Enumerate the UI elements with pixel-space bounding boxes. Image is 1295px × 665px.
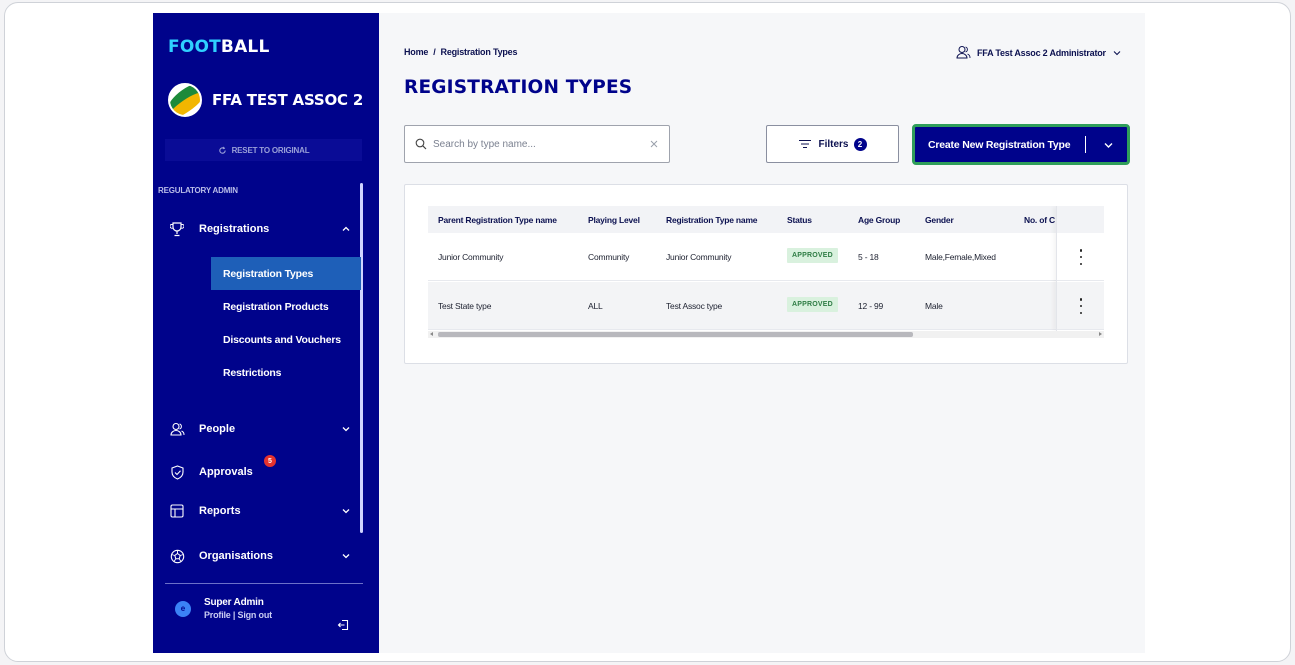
org-name: FFA TEST ASSOC 2 [212, 91, 364, 109]
table-horizontal-scrollbar[interactable] [428, 331, 1104, 338]
nav-organisations-label: Organisations [199, 550, 273, 562]
nav-people[interactable]: People [169, 421, 351, 437]
column-header[interactable]: Status [787, 215, 812, 225]
filters-button[interactable]: Filters 2 [766, 125, 899, 163]
sidebar-item-restrictions[interactable]: Restrictions [211, 356, 361, 389]
create-button-label: Create New Registration Type [928, 138, 1071, 151]
page-title: REGISTRATION TYPES [404, 77, 633, 98]
nav-registrations-label: Registrations [199, 223, 270, 235]
sidebar-item-discounts-vouchers[interactable]: Discounts and Vouchers [211, 323, 361, 356]
brand-part-2: BALL [220, 37, 270, 57]
column-header[interactable]: Playing Level [588, 215, 640, 225]
avatar[interactable]: e [175, 600, 191, 617]
trophy-icon [169, 221, 185, 237]
cell-gender: Male [925, 301, 943, 311]
sidebar-item-registration-types[interactable]: Registration Types [211, 257, 361, 290]
app-window: FOOTBALL FFA TEST ASSOC 2 RESET TO ORIGI… [153, 13, 1145, 653]
scrollbar-thumb[interactable] [438, 332, 913, 337]
chevron-up-icon [342, 226, 350, 231]
breadcrumb: Home / Registration Types [404, 47, 517, 57]
breadcrumb-current: Registration Types [440, 47, 518, 57]
people-icon [956, 46, 971, 59]
chevron-down-icon [342, 427, 350, 432]
cell-gender: Male,Female,Mixed [925, 252, 996, 262]
section-label: REGULATORY ADMIN [158, 186, 238, 195]
sidebar-divider [165, 583, 363, 584]
refresh-icon [218, 146, 226, 154]
cell-age-group: 5 - 18 [858, 252, 879, 262]
org-logo-icon [168, 83, 202, 117]
sidebar-item-registration-products[interactable]: Registration Products [211, 290, 361, 323]
table-row[interactable]: Junior Community Community Junior Commun… [428, 233, 1104, 281]
chevron-down-icon [342, 554, 350, 559]
table-row[interactable]: Test State type ALL Test Assoc type APPR… [428, 282, 1104, 330]
chevron-down-icon[interactable] [1103, 140, 1114, 150]
user-profile: e Super Admin Profile | Sign out [175, 597, 272, 620]
button-divider [1085, 136, 1086, 153]
soccer-ball-icon [169, 548, 185, 564]
chevron-down-icon [1113, 50, 1121, 55]
cell-playing-level: ALL [588, 301, 603, 311]
cell-parent-type: Test State type [438, 301, 492, 311]
cell-type-name: Junior Community [666, 252, 732, 262]
brand-logo[interactable]: FOOTBALL [168, 37, 270, 57]
nav-approvals-label: Approvals [199, 466, 253, 478]
cell-type-name: Test Assoc type [666, 301, 723, 311]
user-menu-label: FFA Test Assoc 2 Administrator [977, 47, 1106, 58]
nav-reports[interactable]: Reports [169, 503, 351, 519]
search-box [404, 125, 670, 163]
browser-frame: FOOTBALL FFA TEST ASSOC 2 RESET TO ORIGI… [4, 2, 1291, 662]
status-badge: APPROVED [787, 297, 838, 312]
nav-organisations[interactable]: Organisations [169, 548, 351, 564]
breadcrumb-home[interactable]: Home [404, 47, 428, 57]
people-icon [169, 421, 185, 437]
search-input[interactable] [433, 138, 633, 150]
column-header[interactable]: No. of C [1024, 215, 1055, 225]
nav-people-label: People [199, 423, 236, 435]
status-badge: APPROVED [787, 248, 838, 263]
column-header[interactable]: Age Group [858, 215, 900, 225]
breadcrumb-separator: / [433, 47, 436, 57]
registration-types-table: Parent Registration Type name Playing Le… [428, 206, 1104, 338]
table-card: Parent Registration Type name Playing Le… [404, 184, 1128, 364]
user-menu[interactable]: FFA Test Assoc 2 Administrator [956, 45, 1122, 60]
user-name: Super Admin [204, 597, 264, 608]
nav-registrations[interactable]: Registrations [169, 221, 351, 237]
profile-signout-links[interactable]: Profile | Sign out [204, 610, 272, 620]
nav-reports-label: Reports [199, 505, 241, 517]
table-icon [169, 503, 185, 519]
filters-count-badge: 2 [853, 137, 867, 151]
filters-label: Filters [818, 138, 849, 150]
column-header[interactable]: Gender [925, 215, 954, 225]
org-switcher[interactable]: FFA TEST ASSOC 2 [168, 83, 363, 117]
nav-approvals[interactable]: Approvals 5 [169, 455, 351, 480]
search-icon [415, 138, 427, 150]
reset-to-original-button[interactable]: RESET TO ORIGINAL [165, 139, 362, 161]
sticky-actions-column [1056, 206, 1104, 331]
logout-icon[interactable] [337, 619, 349, 631]
cell-age-group: 12 - 99 [858, 301, 884, 311]
cell-parent-type: Junior Community [438, 252, 504, 262]
close-icon[interactable] [648, 138, 660, 150]
sidebar: FOOTBALL FFA TEST ASSOC 2 RESET TO ORIGI… [153, 13, 379, 653]
column-header[interactable]: Parent Registration Type name [438, 215, 557, 225]
create-new-registration-type-button[interactable]: Create New Registration Type [912, 124, 1130, 165]
table-header: Parent Registration Type name Playing Le… [428, 206, 1104, 233]
cell-playing-level: Community [588, 252, 630, 262]
chevron-down-icon [342, 509, 350, 514]
scroll-left-arrow-icon[interactable] [430, 332, 433, 336]
reset-label: RESET TO ORIGINAL [231, 145, 310, 155]
approvals-badge: 5 [264, 455, 276, 467]
filter-icon [799, 139, 812, 149]
column-header[interactable]: Registration Type name [666, 215, 758, 225]
brand-part-1: FOOT [168, 37, 221, 57]
shield-check-icon [169, 464, 185, 480]
scroll-right-arrow-icon[interactable] [1099, 332, 1102, 336]
